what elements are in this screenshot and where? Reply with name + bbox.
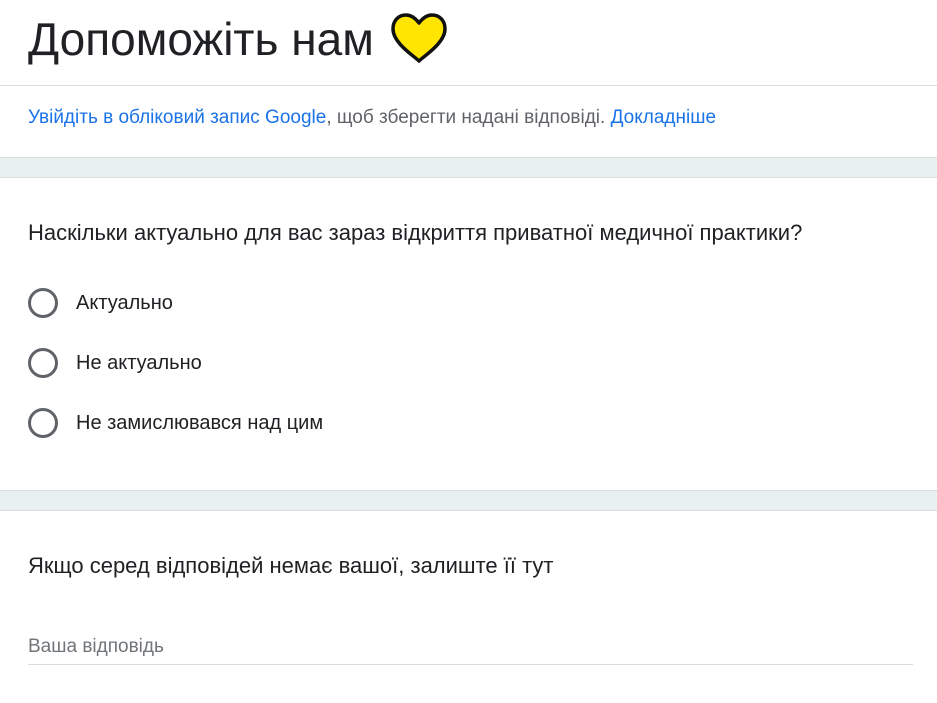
question-card-other: Якщо серед відповідей немає вашої, залиш… xyxy=(0,511,937,703)
radio-button[interactable] xyxy=(28,408,58,438)
answer-input[interactable] xyxy=(28,629,913,665)
signin-link[interactable]: Увійдіть в обліковий запис Google xyxy=(28,107,326,128)
header-divider xyxy=(0,85,937,86)
radio-button[interactable] xyxy=(28,288,58,318)
section-gap xyxy=(0,157,937,178)
option-relevant[interactable]: Актуально xyxy=(28,287,173,319)
form-page: Допоможіть нам Увійдіть в обліковий запи… xyxy=(0,0,937,703)
title-row: Допоможіть нам xyxy=(28,6,448,72)
radio-button[interactable] xyxy=(28,348,58,378)
signin-text: , щоб зберегти надані відповіді. xyxy=(326,107,606,128)
yellow-heart-icon xyxy=(390,13,448,65)
option-not-considered[interactable]: Не замислювався над цим xyxy=(28,407,323,439)
section-gap xyxy=(0,490,937,511)
question-title: Наскільки актуально для вас зараз відкри… xyxy=(28,220,803,245)
signin-notice: Увійдіть в обліковий запис Google, щоб з… xyxy=(28,104,716,132)
option-not-relevant[interactable]: Не актуально xyxy=(28,347,202,379)
option-label: Не замислювався над цим xyxy=(76,412,324,434)
option-label: Не актуально xyxy=(76,352,202,374)
question-card-practice: Наскільки актуально для вас зараз відкри… xyxy=(0,178,937,490)
question-title: Якщо серед відповідей немає вашої, залиш… xyxy=(28,553,554,578)
form-title: Допоможіть нам xyxy=(28,13,374,65)
learn-more-link[interactable]: Докладніше xyxy=(611,107,716,128)
form-header: Допоможіть нам Увійдіть в обліковий запи… xyxy=(0,0,937,158)
option-label: Актуально xyxy=(76,292,173,314)
